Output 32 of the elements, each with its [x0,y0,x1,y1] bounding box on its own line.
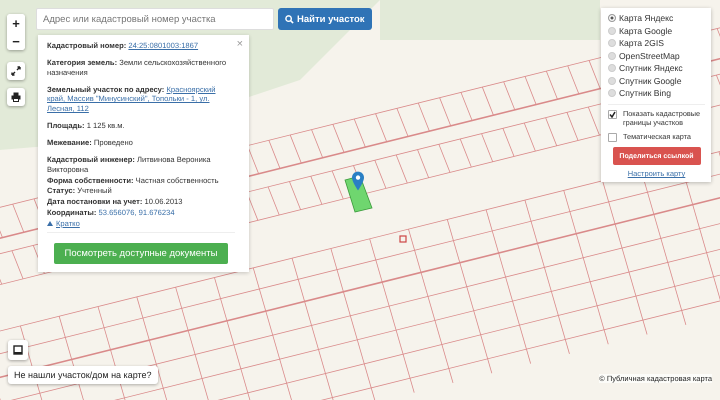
map-type-label: Спутник Bing [619,88,671,98]
checkbox[interactable] [608,133,617,142]
square-icon [13,345,23,355]
search-field[interactable]: Адрес или кадастровый номер участка [36,8,274,30]
location-pin-icon [352,171,364,191]
search-icon [285,14,294,24]
zoom-in-button[interactable]: + [7,14,25,32]
radio-button[interactable] [608,39,616,48]
radio-button[interactable] [608,64,616,72]
triangle-up-icon [47,221,53,226]
zoom-out-button[interactable]: − [7,32,25,50]
not-found-button[interactable]: Не нашли участок/дом на карте? [8,366,158,384]
legend-button[interactable] [8,340,28,360]
close-button[interactable]: × [234,38,245,50]
radio-button[interactable] [608,52,616,60]
map-type-label: Карта Google [619,26,672,36]
expand-arrows-icon [11,66,21,76]
radio-button[interactable] [608,26,616,35]
checkbox[interactable] [608,110,617,118]
map-type-label: Карта 2GIS [619,38,664,48]
print-button[interactable] [7,88,25,106]
find-parcel-button[interactable]: Найти участок [278,8,372,30]
map-type-label: Карта Яндекс [619,13,674,24]
fullscreen-button[interactable] [7,62,25,80]
view-documents-button[interactable]: Посмотреть доступные документы [54,243,228,264]
radio-button[interactable] [608,14,616,22]
radio-button[interactable] [608,76,616,85]
map-type-label: Спутник Яндекс [619,63,683,74]
map-type-label: OpenStreetMap [619,50,680,61]
printer-icon [11,92,21,102]
radio-button[interactable] [608,89,616,98]
map-type-label: Спутник Google [619,76,682,86]
